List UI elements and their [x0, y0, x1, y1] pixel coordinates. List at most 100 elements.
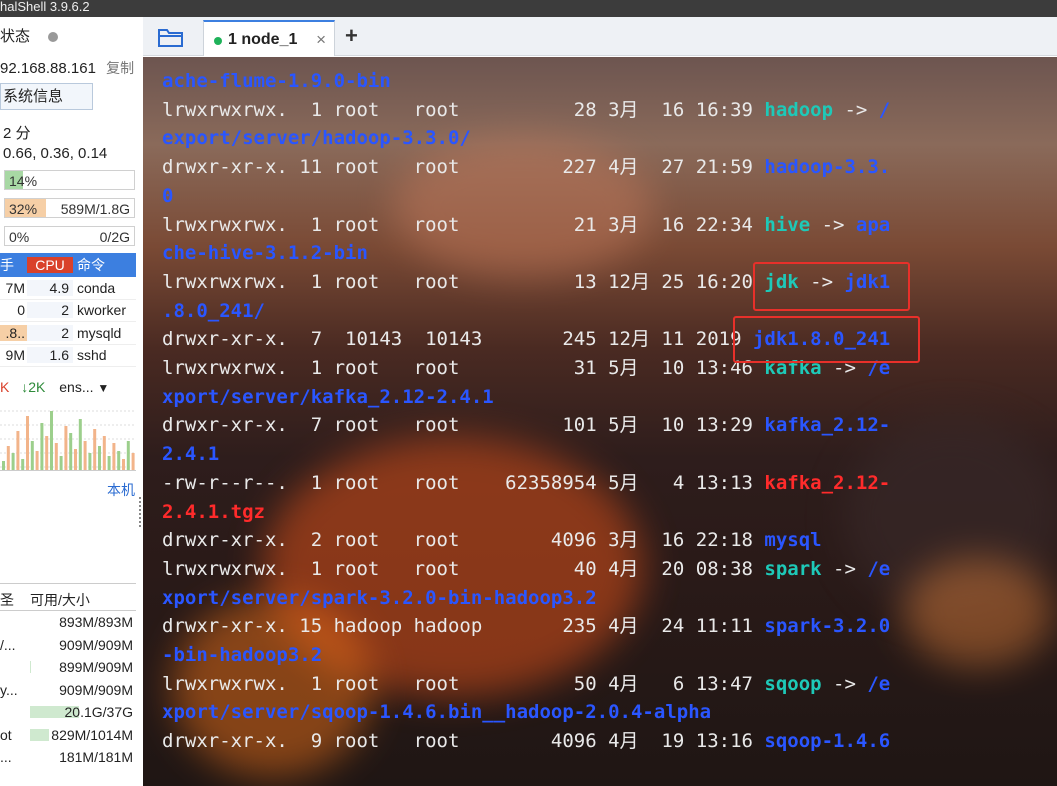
col-cpu-header[interactable]: CPU: [27, 257, 73, 273]
disk-row[interactable]: 893M/893M: [0, 611, 136, 634]
sysinfo-button[interactable]: 系统信息: [0, 83, 93, 110]
status-label: 状态: [0, 28, 31, 45]
process-row[interactable]: 7M 4.9 conda: [0, 277, 136, 300]
disk-row[interactable]: ot 829M/1014M: [0, 724, 136, 747]
process-cpu: 2: [27, 302, 73, 319]
terminal-line: .8.0_241/: [162, 297, 265, 326]
net-traffic-bar: [45, 436, 49, 470]
net-traffic-bar: [26, 416, 29, 470]
terminal-line: xport/server/sqoop-1.4.6.bin__hadoop-2.0…: [162, 698, 711, 727]
net-download: ↓2K: [21, 379, 46, 395]
swap-bar: 0% 0/2G: [4, 226, 135, 246]
disk-row[interactable]: y... 909M/909M: [0, 679, 136, 702]
col-cmd-header[interactable]: 命令: [73, 255, 136, 275]
terminal-text: lrwxrwxrwx. 1 root root 13 12月 25 16:20: [162, 270, 765, 293]
file-name: /e: [867, 557, 891, 580]
col-mem-header[interactable]: 手: [0, 255, 27, 275]
terminal-text: drwxr-xr-x. 2 root root 4096 3月 16 22:18: [162, 529, 765, 552]
chevron-down-icon[interactable]: ▼: [97, 381, 109, 395]
terminal-text: lrwxrwxrwx. 1 root root 40 4月 20 08:38: [162, 557, 765, 580]
process-row[interactable]: .8.. 2 mysqld: [0, 322, 136, 345]
net-traffic-bar: [16, 431, 20, 470]
net-traffic-bar: [83, 441, 87, 470]
file-name: 2.4.1: [162, 443, 220, 466]
terminal-line: lrwxrwxrwx. 1 root root 28 3月 16 16:39 h…: [162, 96, 890, 125]
divider: [0, 583, 136, 584]
process-mem: 9M: [5, 347, 25, 364]
terminal-text: ->: [833, 98, 879, 121]
file-name: spark: [764, 557, 822, 580]
terminal-text: drwxr-xr-x. 9 root root 4096 4月 19 13:16: [162, 730, 765, 753]
net-traffic-bar: [69, 433, 73, 470]
file-name: xport/server/sqoop-1.4.6.bin__hadoop-2.0…: [162, 701, 712, 724]
tab-node-1[interactable]: 1 node_1 ×: [203, 20, 335, 56]
disk-path: ot: [0, 726, 12, 743]
net-traffic-bar: [2, 461, 5, 470]
file-name: hadoop-3.3.: [764, 156, 891, 179]
terminal-text: drwxr-xr-x. 7 root root 101 5月 10 13:29: [162, 414, 765, 437]
folder-icon[interactable]: [157, 26, 185, 48]
disk-usage-text: 181M/181M: [59, 749, 133, 766]
status-row: 状态: [0, 25, 59, 46]
terminal[interactable]: ache-flume-1.9.0-bin lrwxrwxrwx. 1 root r…: [143, 57, 1057, 786]
copy-link[interactable]: 复制: [106, 60, 134, 76]
add-tab-icon[interactable]: +: [345, 23, 358, 49]
terminal-line: xport/server/spark-3.2.0-bin-hadoop3.2: [162, 584, 597, 613]
file-name: -bin-hadoop3.2: [162, 644, 323, 666]
process-table-header: 手 CPU 命令: [0, 253, 136, 277]
uptime-value: 2 分: [3, 125, 31, 142]
swap-percent: 0%: [9, 229, 30, 245]
net-traffic-bar: [78, 419, 82, 470]
terminal-line: -bin-hadoop3.2: [162, 641, 322, 670]
disk-row[interactable]: /... 909M/909M: [0, 634, 136, 657]
file-name: spark-3.2.0: [764, 615, 891, 638]
disk-usage: 893M/893M: [30, 614, 136, 630]
process-row[interactable]: 9M 1.6 sshd: [0, 345, 136, 367]
disk-table-header: 圣 可用/大小: [0, 589, 136, 611]
terminal-text: ->: [821, 557, 868, 580]
process-mem: 7M: [5, 279, 25, 296]
col-path-header[interactable]: 圣: [0, 590, 30, 610]
cpu-bar: 14%: [4, 170, 135, 190]
mem-bar: 32% 589M/1.8G: [4, 198, 135, 218]
disk-usage-text: 893M/893M: [59, 614, 133, 631]
disk-row[interactable]: 20.1G/37G: [0, 701, 136, 724]
highlight-jdk-dir: [733, 316, 920, 363]
net-traffic-bar: [54, 443, 58, 470]
terminal-line: lrwxrwxrwx. 1 root root 50 4月 6 13:47 sq…: [162, 670, 890, 699]
disk-usage: 181M/181M: [30, 749, 136, 765]
status-dot-icon: [48, 32, 59, 43]
disk-usage: 20.1G/37G: [30, 704, 136, 720]
net-traffic-bar: [102, 436, 106, 470]
file-name: mysql: [764, 529, 822, 552]
disk-path: ...: [0, 749, 12, 766]
process-cpu: 2: [27, 324, 73, 341]
process-table: 手 CPU 命令 7M 4.9 conda 0 2 kworker .8.. 2 mysqld 9…: [0, 253, 136, 367]
mem-percent: 32%: [9, 201, 38, 217]
net-interface-select[interactable]: ens...: [59, 379, 93, 395]
file-name: kafka_2.12-: [764, 471, 891, 494]
net-traffic-bar: [117, 451, 121, 470]
col-usage-header[interactable]: 可用/大小: [30, 590, 136, 610]
terminal-text: drwxr-xr-x. 7 10143 10143 245 12月 11 201…: [162, 328, 753, 351]
file-name: xport/server/spark-3.2.0-bin-hadoop3.2: [162, 586, 597, 609]
file-name: hive: [764, 213, 811, 236]
net-traffic-bar: [64, 426, 68, 470]
close-icon[interactable]: ×: [316, 30, 326, 50]
terminal-text: drwxr-xr-x. 11 root root 227 4月 27 21:59: [162, 156, 765, 179]
mem-value: 589M/1.8G: [60, 201, 130, 217]
disk-row[interactable]: ... 181M/181M: [0, 746, 136, 769]
net-traffic-bar: [11, 453, 15, 470]
disk-row[interactable]: 899M/909M: [0, 656, 136, 679]
sidebar: 状态 92.168.88.161 复制 系统信息 2 分 0.66, 0.36,…: [0, 17, 143, 786]
bg-glow: [903, 557, 1053, 667]
process-cpu: 1.6: [27, 347, 73, 364]
terminal-text: lrwxrwxrwx. 1 root root 31 5月 10 13:46: [162, 357, 765, 379]
file-name: /e: [867, 672, 891, 695]
net-traffic-bar: [88, 453, 92, 470]
process-command: mysqld: [77, 324, 122, 341]
window-titlebar: halShell 3.9.6.2: [0, 0, 1057, 17]
terminal-text: lrwxrwxrwx. 1 root root 50 4月 6 13:47: [162, 672, 765, 695]
process-row[interactable]: 0 2 kworker: [0, 300, 136, 322]
disk-usage: 899M/909M: [30, 659, 136, 675]
